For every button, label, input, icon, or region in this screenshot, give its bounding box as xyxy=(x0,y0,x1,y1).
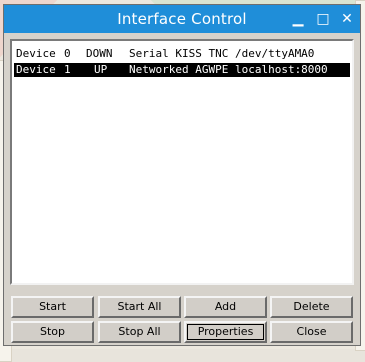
stop-button[interactable]: Stop xyxy=(11,321,94,343)
properties-button[interactable]: Properties xyxy=(184,321,267,343)
device-row-1[interactable]: Device 1 UP Networked AGWPE localhost:80… xyxy=(14,63,350,77)
title-bar[interactable]: Interface Control ▁ □ ✕ xyxy=(4,5,360,33)
start-button[interactable]: Start xyxy=(11,296,94,318)
device-list[interactable]: Device 0 DOWN Serial KISS TNC /dev/ttyAM… xyxy=(10,39,354,285)
device-number: 0 xyxy=(64,47,71,60)
device-description: Networked AGWPE localhost:8000 xyxy=(129,63,328,76)
close-button[interactable]: Close xyxy=(270,321,353,343)
device-description: Serial KISS TNC /dev/ttyAMA0 xyxy=(129,47,315,60)
stop-all-button[interactable]: Stop All xyxy=(98,321,181,343)
device-row-0[interactable]: Device 0 DOWN Serial KISS TNC /dev/ttyAM… xyxy=(14,47,350,61)
maximize-icon[interactable]: □ xyxy=(313,9,333,29)
delete-button[interactable]: Delete xyxy=(270,296,353,318)
device-state: DOWN xyxy=(86,47,113,60)
add-button[interactable]: Add xyxy=(184,296,267,318)
close-icon[interactable]: ✕ xyxy=(337,9,357,29)
device-number: 1 xyxy=(64,63,71,76)
interface-control-window: Interface Control ▁ □ ✕ Device 0 DOWN Se… xyxy=(3,4,361,346)
device-label: Device xyxy=(16,63,56,76)
device-label: Device xyxy=(16,47,56,60)
start-all-button[interactable]: Start All xyxy=(98,296,181,318)
minimize-icon[interactable]: ▁ xyxy=(288,9,308,29)
button-panel: Start Start All Add Delete Stop Stop All… xyxy=(10,292,354,343)
device-state: UP xyxy=(94,63,108,76)
